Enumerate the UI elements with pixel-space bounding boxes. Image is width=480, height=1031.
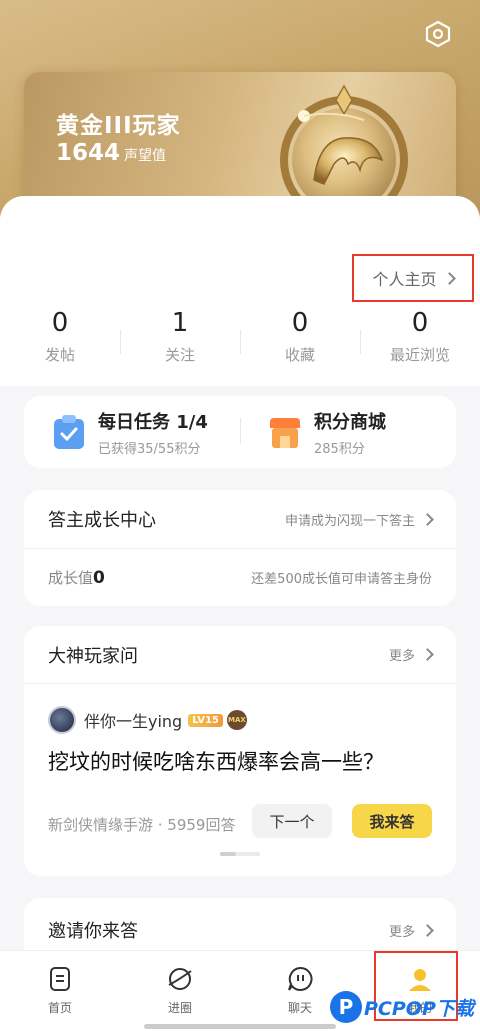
rank-score: 1644 声望值 (56, 140, 166, 166)
home-doc-icon (50, 967, 70, 991)
stat-posts[interactable]: 0 发帖 (0, 308, 120, 378)
tab-label: 聊天 (287, 1001, 312, 1015)
apply-label: 申请成为闪现一下答主 (284, 513, 415, 529)
growth-center-row[interactable]: 答主成长中心 申请成为闪现一下答主 (24, 490, 456, 548)
invite-title: 邀请你来答 (48, 921, 138, 942)
question-text[interactable]: 挖坟的时候吃啥东西爆率会高一些？ (48, 746, 384, 776)
task-card: 每日任务 1/4 已获得35/55积分 积分商城 285积分 (24, 396, 456, 468)
profile-home-link[interactable]: 个人主页 (352, 254, 474, 302)
growth-title: 答主成长中心 (48, 510, 156, 531)
rank-name: 黄金III玩家 (56, 113, 181, 139)
daily-task-button[interactable]: 每日任务 1/4 已获得35/55积分 (24, 408, 240, 457)
stat-number: 0 (291, 308, 309, 338)
profile-link-label: 个人主页 (372, 270, 437, 289)
stat-following[interactable]: 1 关注 (120, 308, 240, 378)
shop-sub: 285积分 (314, 441, 365, 457)
stats-panel: 个人主页 0 发帖 1 关注 0 收藏 0 最近浏览 (0, 196, 480, 386)
expert-qa-card: 大神玩家问 更多 伴你一生ying LV15 MAX 挖坟的时候吃啥东西爆率会高… (24, 626, 456, 876)
answer-button[interactable]: 我来答 (352, 804, 432, 838)
growth-value-row: 成长值0 还差500成长值可申请答主身份 (24, 548, 456, 606)
score-value: 1644 (56, 140, 121, 166)
bottom-tab-bar: 首页 进圈 聊天 我的 P PCPOP下载 (0, 950, 480, 1031)
qa-header: 大神玩家问 更多 (24, 626, 456, 684)
apply-link[interactable]: 申请成为闪现一下答主 (284, 510, 434, 529)
stat-number: 0 (51, 308, 69, 338)
max-badge: MAX (226, 710, 247, 730)
stat-label: 收藏 (284, 346, 315, 364)
growth-center-card: 答主成长中心 申请成为闪现一下答主 成长值0 还差500成长值可申请答主身份 (24, 490, 456, 606)
tab-label: 进圈 (167, 1001, 192, 1015)
next-question-button[interactable]: 下一个 (252, 804, 332, 838)
points-shop-button[interactable]: 积分商城 285积分 (240, 408, 456, 457)
growth-hint: 还差500成长值可申请答主身份 (251, 572, 432, 587)
daily-task-sub: 已获得35/55积分 (98, 441, 201, 457)
qa-more-link[interactable]: 更多 (388, 645, 434, 664)
invite-more-link[interactable]: 更多 (388, 921, 434, 940)
avatar[interactable] (48, 706, 76, 734)
qa-title: 大神玩家问 (48, 645, 138, 667)
watermark-logo: P PCPOP下载 (330, 991, 474, 1023)
more-label: 更多 (388, 649, 415, 664)
watermark-text: PCPOP下载 (364, 997, 474, 1020)
tab-home[interactable]: 首页 (0, 951, 120, 1031)
stats-row: 0 发帖 1 关注 0 收藏 0 最近浏览 (0, 308, 480, 378)
stat-recent[interactable]: 0 最近浏览 (360, 308, 480, 378)
question-author[interactable]: 伴你一生ying LV15 MAX (48, 706, 247, 734)
chat-bubble-icon (288, 966, 313, 991)
content-sheet: 个人主页 0 发帖 1 关注 0 收藏 0 最近浏览 每日任务 1/4 已获得3… (0, 196, 480, 968)
tab-label: 首页 (47, 1001, 72, 1015)
level-badge: LV15 (188, 713, 223, 727)
stat-label: 最近浏览 (389, 346, 450, 364)
shop-title: 积分商城 (314, 411, 386, 433)
clipboard-check-icon (54, 415, 84, 449)
question-meta: 新剑侠情缘手游 · 5959回答 (48, 816, 236, 834)
growth-value: 0 (93, 568, 105, 588)
home-indicator (144, 1024, 336, 1029)
user-name: 伴你一生ying (84, 712, 183, 731)
stat-label: 发帖 (44, 346, 75, 364)
score-unit: 声望值 (124, 148, 167, 164)
chevron-right-icon (421, 923, 434, 937)
shop-icon (270, 418, 300, 448)
chevron-right-icon (442, 271, 456, 285)
more-label: 更多 (388, 924, 415, 940)
settings-hex-icon[interactable] (424, 20, 452, 48)
stat-favorites[interactable]: 0 收藏 (240, 308, 360, 378)
planet-icon (168, 968, 192, 990)
growth-value-label: 成长值 (48, 569, 94, 587)
carousel-indicator (220, 852, 260, 856)
chevron-right-icon (421, 648, 434, 661)
stat-number: 1 (171, 308, 189, 338)
daily-task-title: 每日任务 1/4 (98, 411, 208, 433)
stat-label: 关注 (164, 346, 195, 364)
watermark-icon: P (330, 991, 362, 1023)
chevron-right-icon (421, 512, 434, 526)
stat-number: 0 (411, 308, 429, 338)
tab-circle[interactable]: 进圈 (120, 951, 240, 1031)
